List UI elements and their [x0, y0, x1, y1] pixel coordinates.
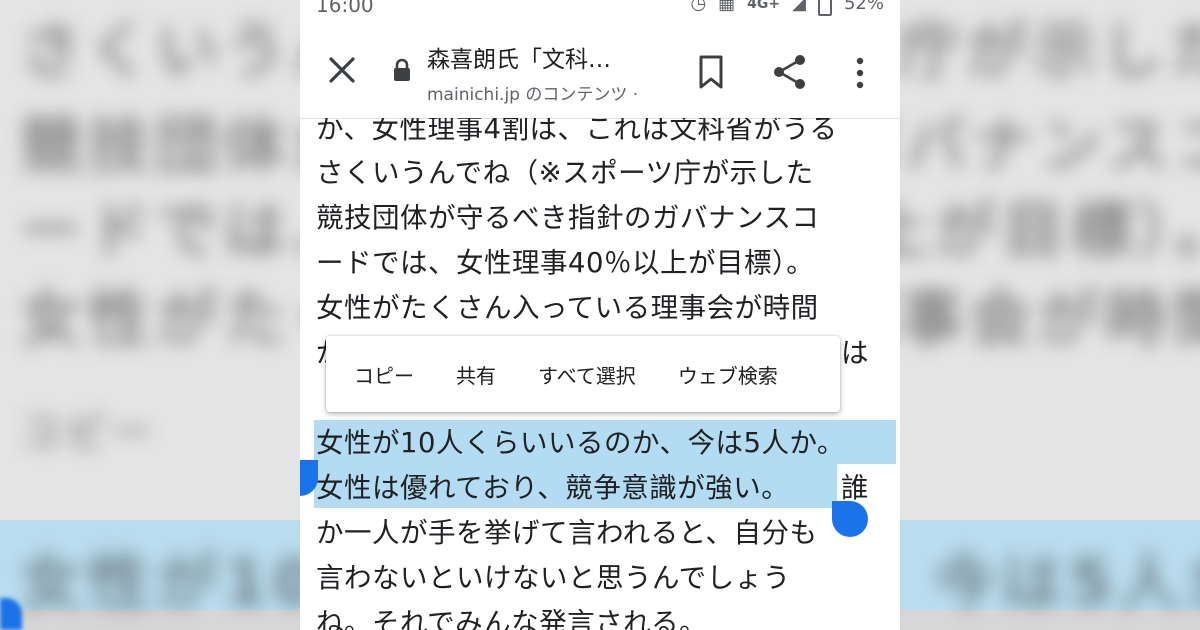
select-all-menu-item[interactable]: すべて選択 — [524, 360, 650, 389]
article-line: 競技団体が守るべき指針のガバナンスコ — [316, 202, 820, 234]
copy-menu-item[interactable]: コピー — [340, 360, 428, 389]
bg-handle — [0, 598, 22, 630]
page-title[interactable]: 森喜朗氏「文科… — [427, 40, 657, 74]
phone-screen: 16:00 ◷ ▦ 4G+ ◢ 52% 森喜朗氏「文科… mainichi.jp… — [300, 0, 900, 630]
article-line-selected: 女性は優れており、競争意識が強い。 — [316, 472, 790, 504]
selection-end-handle[interactable] — [832, 501, 868, 537]
article-line: 女性がたくさん入っている理事会が時間 — [316, 292, 819, 324]
status-icons: ◷ ▦ 4G+ ◢ 52% — [690, 0, 884, 16]
text-selection-menu: コピー 共有 すべて選択 ウェブ検索 — [326, 336, 840, 412]
share-button[interactable] — [772, 54, 808, 90]
battery-icon — [817, 0, 832, 16]
page-url[interactable]: mainichi.jp のコンテンツ · — [427, 80, 663, 105]
article-line: か、女性理事4割は、これは文科省がうる — [316, 118, 838, 145]
article-line: 言わないといけないと思うんでしょう — [316, 562, 791, 594]
network-type: 4G+ — [747, 0, 781, 12]
article-line: さくいうんでね（※スポーツ庁が示した — [316, 157, 814, 189]
article-line: は — [841, 337, 869, 369]
more-options-button[interactable] — [850, 56, 870, 90]
status-bar: 16:00 ◷ ▦ 4G+ ◢ 52% — [300, 0, 900, 20]
article-line: ードでは、女性理事40％以上が目標）。 — [316, 247, 815, 279]
close-button[interactable] — [322, 50, 362, 90]
signal-icon: ◢ — [792, 0, 806, 14]
bg-text-line: コピー — [20, 410, 158, 456]
vibrate-icon: ▦ — [718, 0, 736, 14]
share-menu-item[interactable]: 共有 — [442, 360, 510, 389]
close-icon — [329, 57, 355, 83]
status-time: 16:00 — [316, 0, 374, 17]
article-line-selected: 女性が10人くらいいるのか、今は5人か。 — [316, 427, 845, 459]
more-vert-icon — [856, 57, 864, 89]
share-icon — [774, 55, 805, 89]
browser-toolbar: 森喜朗氏「文科… mainichi.jp のコンテンツ · — [300, 20, 900, 119]
article-line: 誰 — [841, 472, 869, 504]
bookmark-icon — [699, 55, 723, 89]
article-line: ね。それでみんな発言される。 — [316, 607, 708, 630]
battery-percent: 52% — [843, 0, 884, 14]
lock-icon — [392, 58, 412, 86]
bookmark-button[interactable] — [696, 54, 726, 90]
article-line: か一人が手を挙げて言われると、自分も — [316, 517, 818, 549]
alarm-icon: ◷ — [690, 0, 707, 14]
web-search-menu-item[interactable]: ウェブ検索 — [664, 360, 792, 389]
